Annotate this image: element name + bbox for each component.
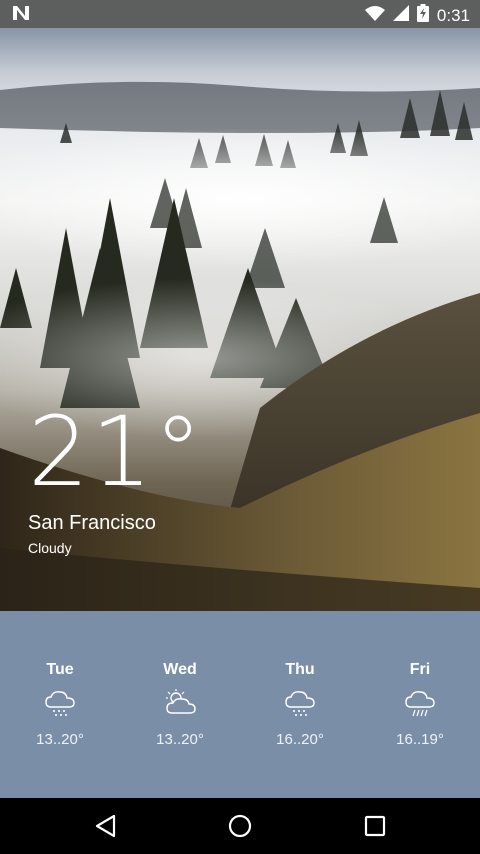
forecast-day[interactable]: Thu 16..20° <box>240 611 360 798</box>
forecast-day-name: Wed <box>163 661 197 678</box>
forecast-day[interactable]: Fri 16..19° <box>360 611 480 798</box>
status-bar: 0:31 <box>0 0 480 28</box>
notification-n-icon <box>12 5 30 26</box>
battery-charging-icon <box>416 4 429 27</box>
cloud-rain-icon <box>284 689 316 719</box>
forecast-day[interactable]: Wed 13..20° <box>120 611 240 798</box>
signal-icon <box>392 5 409 26</box>
weather-condition: Cloudy <box>28 540 72 556</box>
forecast-temp-range: 16..19° <box>396 731 444 748</box>
cloud-rain-icon <box>44 689 76 719</box>
forecast-temp-range: 13..20° <box>36 731 84 748</box>
status-time: 0:31 <box>436 5 470 25</box>
current-temperature: 21° <box>28 396 205 508</box>
home-icon[interactable] <box>226 812 254 840</box>
partly-cloudy-icon <box>164 689 196 719</box>
cloud-drizzle-icon <box>404 689 436 719</box>
navigation-bar <box>0 798 480 854</box>
forecast-temp-range: 16..20° <box>276 731 324 748</box>
forecast-day-name: Fri <box>409 661 431 678</box>
forecast-panel: Tue 13..20° Wed 13..20° Thu 16..20° Fri … <box>0 611 480 798</box>
forecast-day[interactable]: Tue 13..20° <box>0 611 120 798</box>
recents-icon[interactable] <box>361 812 389 840</box>
forecast-temp-range: 13..20° <box>156 731 204 748</box>
weather-background-image: 21° San Francisco Cloudy <box>0 28 480 611</box>
back-icon[interactable] <box>92 812 120 840</box>
wifi-icon <box>364 5 385 26</box>
city-name: San Francisco <box>28 512 156 534</box>
forecast-day-name: Thu <box>285 661 315 678</box>
forecast-day-name: Tue <box>46 661 74 678</box>
